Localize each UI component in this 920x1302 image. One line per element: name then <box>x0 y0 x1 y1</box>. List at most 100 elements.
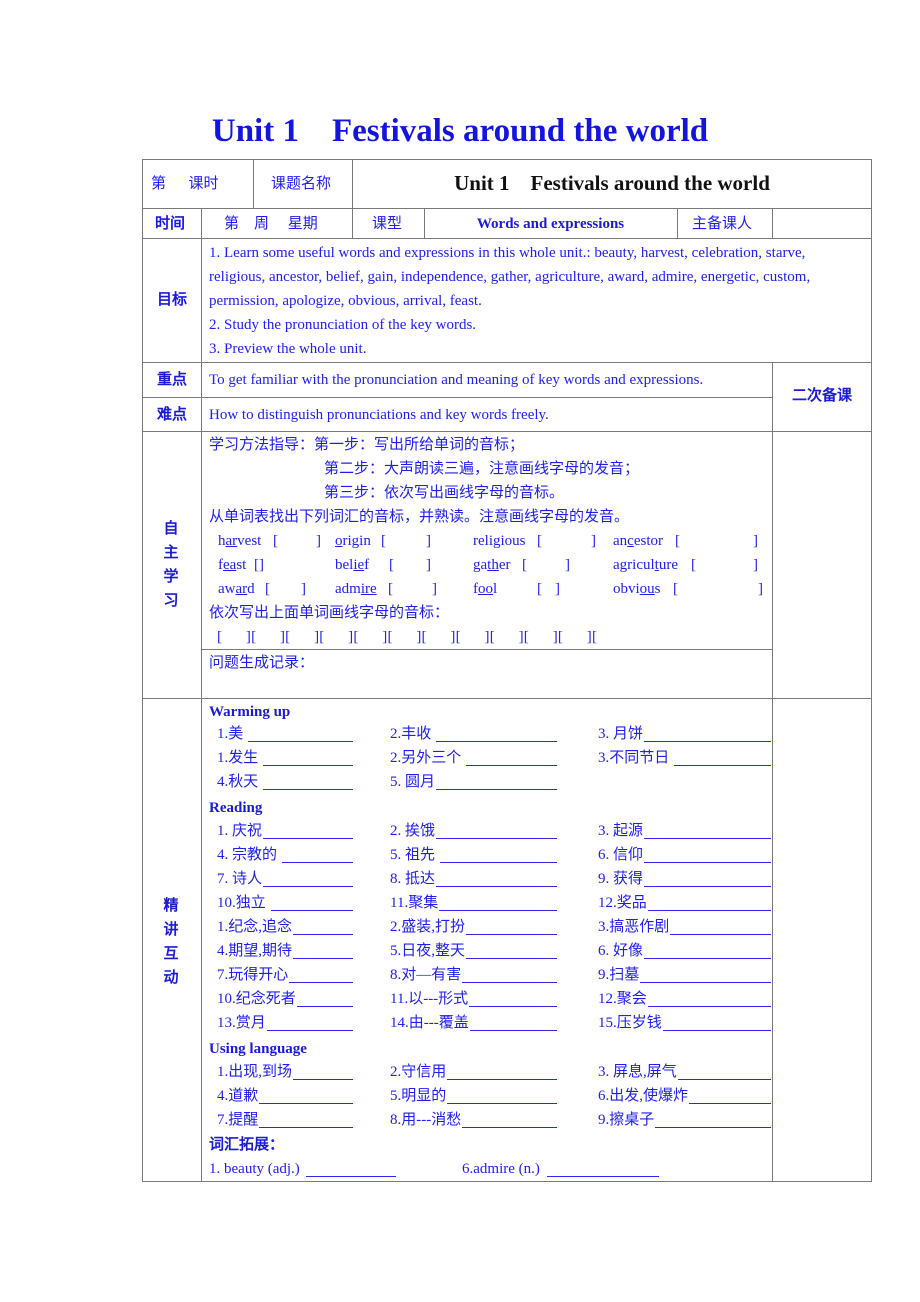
exercise-prompt: 7.玩得开心 <box>217 967 289 983</box>
answer-blank[interactable] <box>644 824 771 839</box>
warming-up-heading: Warming up <box>209 704 291 720</box>
exercise-prompt: 4. 宗教的 <box>217 847 281 863</box>
answer-blank[interactable] <box>469 992 557 1007</box>
phonetic-answer-field[interactable] <box>681 577 756 599</box>
answer-blank[interactable] <box>436 727 557 742</box>
exercise-prompt: 10.纪念死者 <box>217 991 296 1007</box>
answer-blank[interactable] <box>293 944 353 959</box>
target-word: gather <box>473 557 511 573</box>
phonetic-answer-field[interactable] <box>545 577 553 599</box>
bracket-open: [ <box>673 581 678 597</box>
answer-blank[interactable] <box>689 1089 771 1104</box>
key-points-text: To get familiar with the pronunciation a… <box>209 372 704 388</box>
divider <box>142 397 772 398</box>
target-word: award <box>218 581 255 597</box>
answer-blank[interactable] <box>466 944 557 959</box>
exercise-prompt: 13.赏月 <box>217 1015 266 1031</box>
method-guide-step3: 第三步：依次写出画线字母的音标。 <box>324 485 565 501</box>
answer-blank[interactable] <box>644 944 771 959</box>
exercise-prompt: 8.对—有害 <box>390 967 462 983</box>
bracket-close: ] <box>565 557 570 573</box>
exercise-prompt: 6. 好像 <box>598 943 644 959</box>
phonetic-answer-field[interactable] <box>699 553 751 575</box>
divider <box>677 208 678 238</box>
answer-blank[interactable] <box>462 968 557 983</box>
phonetic-answer-slots[interactable]: [ ][ ][ ][ ][ ][ ][ ][ ][ ][ ][ ][ <box>217 625 597 649</box>
lesson-type-label: 课型 <box>372 216 403 232</box>
answer-blank[interactable] <box>266 1016 353 1031</box>
answer-blank[interactable] <box>644 848 771 863</box>
exercise-prompt: 2.守信用 <box>390 1064 447 1080</box>
target-word: obvious <box>613 581 661 597</box>
exercise-prompt: 14.由---覆盖 <box>390 1015 469 1031</box>
target-word: fool <box>473 581 498 597</box>
bracket-close: ] <box>301 581 306 597</box>
answer-blank[interactable] <box>263 872 353 887</box>
answer-blank[interactable] <box>248 727 353 742</box>
divider <box>142 698 872 699</box>
answer-blank[interactable] <box>662 1016 771 1031</box>
answer-blank[interactable] <box>436 872 557 887</box>
answer-blank[interactable] <box>259 1089 353 1104</box>
exercise-prompt: 6.出发,使爆炸 <box>598 1088 689 1104</box>
answer-blank[interactable] <box>306 1162 396 1177</box>
phonetic-answer-field[interactable] <box>530 553 563 575</box>
exercise-prompt: 4.道歉 <box>217 1088 259 1104</box>
bracket-open: [ <box>388 581 393 597</box>
vocab-extension-prompt: 6.admire (n.) <box>462 1161 540 1177</box>
answer-blank[interactable] <box>655 1113 771 1128</box>
answer-blank[interactable] <box>674 751 771 766</box>
target-word: harvest <box>218 533 262 549</box>
exercise-prompt: 1.美 <box>217 726 248 742</box>
answer-blank[interactable] <box>466 751 557 766</box>
answer-blank[interactable] <box>293 920 353 935</box>
underlined-letters: g <box>493 533 501 549</box>
answer-blank[interactable] <box>293 1065 353 1080</box>
answer-blank[interactable] <box>644 727 771 742</box>
answer-blank[interactable] <box>677 1065 771 1080</box>
method-guide-step2: 第二步：大声朗读三遍，注意画线字母的发音； <box>324 461 640 477</box>
answer-blank[interactable] <box>281 848 353 863</box>
lesson-type-value: Words and expressions <box>476 216 625 232</box>
answer-blank[interactable] <box>270 896 353 911</box>
answer-blank[interactable] <box>439 896 557 911</box>
answer-blank[interactable] <box>263 751 353 766</box>
answer-blank[interactable] <box>439 848 557 863</box>
answer-blank[interactable] <box>466 920 557 935</box>
answer-blank[interactable] <box>296 992 353 1007</box>
bracket-open: [ <box>381 533 386 549</box>
answer-blank[interactable] <box>447 1065 557 1080</box>
reading-heading: Reading <box>209 800 263 816</box>
answer-blank[interactable] <box>289 968 353 983</box>
answer-blank[interactable] <box>259 1113 353 1128</box>
underlined-letters: ire <box>360 581 377 597</box>
phonetic-answer-field[interactable] <box>281 529 314 551</box>
exercise-prompt: 5.明显的 <box>390 1088 447 1104</box>
exercise-prompt: 9.擦桌子 <box>598 1112 655 1128</box>
phonetic-answer-field[interactable] <box>683 529 751 551</box>
answer-blank[interactable] <box>644 872 771 887</box>
phonetic-answer-field[interactable] <box>389 529 424 551</box>
answer-blank[interactable] <box>670 920 771 935</box>
phonetic-answer-field[interactable] <box>397 553 424 575</box>
answer-blank[interactable] <box>640 968 771 983</box>
phonetic-answer-field[interactable] <box>545 529 589 551</box>
answer-blank[interactable] <box>647 896 771 911</box>
answer-blank[interactable] <box>469 1016 557 1031</box>
answer-blank[interactable] <box>462 1113 557 1128</box>
question-record-field[interactable] <box>203 675 770 697</box>
exercise-prompt: 5. 祖先 <box>390 847 439 863</box>
phonetic-answer-field[interactable] <box>273 577 299 599</box>
answer-blank[interactable] <box>436 824 557 839</box>
answer-blank[interactable] <box>647 992 771 1007</box>
time-label: 时间 <box>155 216 186 232</box>
answer-blank[interactable] <box>263 775 353 790</box>
underlined-letters: oo <box>478 581 493 597</box>
answer-blank[interactable] <box>436 775 557 790</box>
phonetic-answer-field[interactable] <box>396 577 430 599</box>
answer-blank[interactable] <box>263 824 353 839</box>
topic-value: Unit 1 Festivals around the world <box>454 171 770 195</box>
answer-blank[interactable] <box>547 1162 659 1177</box>
underlined-letters: th <box>487 557 499 573</box>
answer-blank[interactable] <box>447 1089 557 1104</box>
